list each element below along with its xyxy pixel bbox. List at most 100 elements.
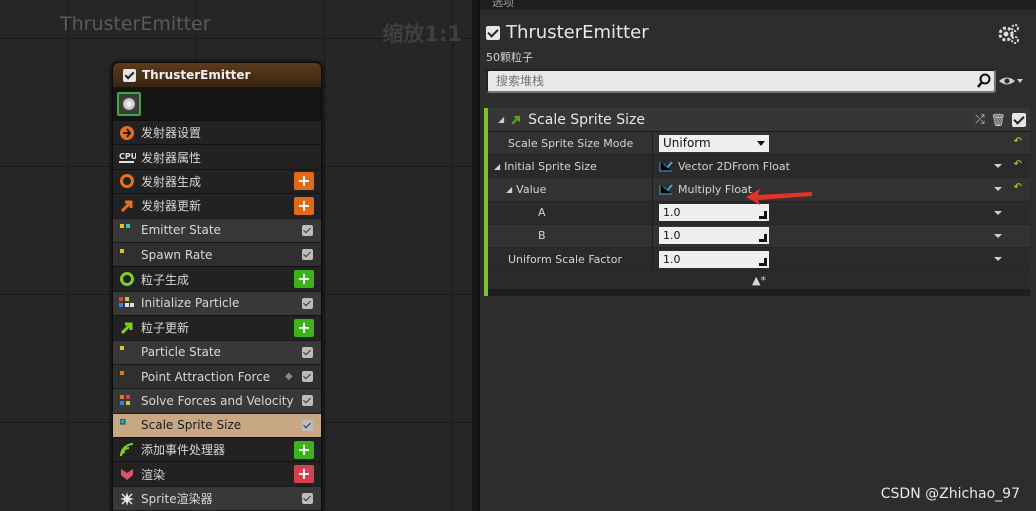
drag-handle-icon[interactable] xyxy=(759,257,767,266)
module-enable-checkbox[interactable] xyxy=(302,419,313,431)
module-title: Scale Sprite Size xyxy=(528,111,645,128)
cube-icon: ◆ xyxy=(285,370,293,382)
module-enable-checkbox[interactable] xyxy=(302,493,313,505)
node-row-point-attraction-force[interactable]: Point Attraction Force ◆ xyxy=(113,363,321,389)
node-row-label: Scale Sprite Size xyxy=(141,418,242,433)
reset-to-default-icon[interactable]: ↶ xyxy=(1014,159,1022,170)
dynamic-input-curve-icon xyxy=(659,184,673,195)
node-row-sprite-renderer[interactable]: Sprite渲染器 xyxy=(113,485,321,511)
emitter-node[interactable]: ThrusterEmitter 发射器设置 CPU 发射器属性 发射器生成 + … xyxy=(112,62,322,511)
search-icon[interactable] xyxy=(976,73,992,89)
node-row-solve-forces[interactable]: Solve Forces and Velocity xyxy=(113,388,321,413)
module-enable-checkbox[interactable] xyxy=(302,249,313,261)
trash-icon[interactable]: 🗑 xyxy=(991,113,1006,127)
drag-handle-icon[interactable] xyxy=(759,211,767,220)
options-dropdown-arrow-icon[interactable] xyxy=(994,187,1002,195)
options-dropdown-arrow-icon[interactable] xyxy=(994,256,1002,265)
add-module-button[interactable]: + xyxy=(294,270,314,289)
node-row-spawn-rate[interactable]: Spawn Rate xyxy=(113,241,321,267)
cpu-icon: CPU xyxy=(113,150,141,164)
node-row-label: Sprite渲染器 xyxy=(141,492,213,507)
property-row-b: B 1.0 xyxy=(488,224,1030,248)
number-value: 1.0 xyxy=(663,206,681,220)
node-thumbnail-row xyxy=(113,87,321,120)
property-value-cell[interactable]: Multiply Float xyxy=(652,178,1030,201)
module-enable-checkbox[interactable] xyxy=(302,224,313,236)
node-row-initialize-particle[interactable]: Initialize Particle xyxy=(113,290,321,316)
node-row-emitter-update[interactable]: 发射器更新 + xyxy=(113,193,321,218)
node-row-emitter-spawn[interactable]: 发射器生成 + xyxy=(113,168,321,194)
dynamic-input-label: Vector 2DFrom Float xyxy=(678,159,790,173)
emitter-thumbnail[interactable] xyxy=(117,91,141,116)
module-dots-icon xyxy=(113,297,141,309)
property-value-cell: 1.0 xyxy=(652,201,1030,224)
property-name: Scale Sprite Size Mode xyxy=(508,136,634,150)
add-module-button[interactable]: + xyxy=(294,465,314,484)
node-row-scale-sprite-size[interactable]: Scale Sprite Size xyxy=(113,412,321,438)
settings-gear-icon[interactable] xyxy=(996,22,1019,44)
dynamic-input-label: Multiply Float xyxy=(678,182,753,196)
add-module-button[interactable]: + xyxy=(294,172,314,191)
property-value-cell: 1.0 xyxy=(652,247,1030,271)
graph-canvas[interactable]: ThrusterEmitter 缩放1:1 ThrusterEmitter 发射… xyxy=(0,0,472,511)
mode-dropdown[interactable]: Uniform xyxy=(659,134,769,152)
property-value-cell[interactable]: Vector 2DFrom Float xyxy=(652,155,1030,178)
advanced-toggle[interactable]: ▲* xyxy=(488,271,1030,290)
module-enable-checkbox[interactable] xyxy=(302,395,313,407)
node-row-render[interactable]: 渲染 + xyxy=(113,461,321,486)
spawn-ring-icon xyxy=(113,271,141,287)
node-row-particle-spawn[interactable]: 粒子生成 + xyxy=(113,266,321,291)
node-row-label: 粒子生成 xyxy=(141,272,190,287)
expand-triangle-icon[interactable]: ◢ xyxy=(506,185,512,194)
options-dropdown-arrow-icon[interactable] xyxy=(994,164,1002,172)
drag-handle-icon[interactable] xyxy=(759,234,767,243)
node-row-label: 添加事件处理器 xyxy=(141,443,226,458)
node-row-add-event-handler[interactable]: 添加事件处理器 + xyxy=(113,437,321,462)
module-dot-icon xyxy=(113,370,141,383)
visibility-eye-icon[interactable] xyxy=(998,74,1024,88)
options-dropdown-arrow-icon[interactable] xyxy=(994,210,1002,219)
node-row-emitter-state[interactable]: Emitter State xyxy=(113,217,321,242)
node-row-label: Particle State xyxy=(141,345,221,360)
module-enable-checkbox[interactable] xyxy=(302,371,313,383)
emitter-enable-checkbox[interactable] xyxy=(486,25,500,40)
module-dot-icon xyxy=(113,419,141,431)
selection-panel: 选项 ThrusterEmitter 50颗粒子 ◢ Scale Sprite … xyxy=(478,0,1036,511)
spawn-ring-icon xyxy=(113,173,141,189)
number-input[interactable]: 1.0 xyxy=(659,227,769,245)
number-input[interactable]: 1.0 xyxy=(659,250,769,268)
options-dropdown-arrow-icon[interactable] xyxy=(994,233,1002,242)
node-header[interactable]: ThrusterEmitter xyxy=(113,63,321,87)
node-row-emitter-properties[interactable]: CPU 发射器属性 xyxy=(113,144,321,169)
add-module-button[interactable]: + xyxy=(294,196,314,215)
module-enable-checkbox[interactable] xyxy=(302,297,313,309)
panel-title: ThrusterEmitter xyxy=(506,22,649,43)
node-row-label: Emitter State xyxy=(141,223,221,238)
property-name: Value xyxy=(516,182,547,196)
property-name: A xyxy=(538,206,546,220)
add-module-button[interactable]: + xyxy=(294,440,314,459)
module-header[interactable]: ◢ Scale Sprite Size ⤮ 🗑 xyxy=(488,108,1030,132)
node-title: ThrusterEmitter xyxy=(142,68,251,82)
panel-header: ThrusterEmitter 50颗粒子 xyxy=(480,10,1036,100)
property-name-cell: ◢ Initial Sprite Size xyxy=(488,160,652,173)
node-row-label: 粒子更新 xyxy=(141,321,190,336)
shuffle-icon[interactable]: ⤮ xyxy=(975,112,985,127)
reset-to-default-icon[interactable]: ↶ xyxy=(1014,182,1022,193)
reset-to-default-icon[interactable]: ↶ xyxy=(1014,136,1022,147)
panel-tab[interactable]: 选项 xyxy=(480,0,1036,10)
node-enable-checkbox[interactable] xyxy=(123,68,136,82)
expand-triangle-icon[interactable]: ◢ xyxy=(494,162,500,171)
module-enable-checkbox[interactable] xyxy=(302,346,313,358)
collapse-triangle-icon[interactable]: ◢ xyxy=(498,115,504,124)
node-row-particle-update[interactable]: 粒子更新 + xyxy=(113,315,321,340)
app-root: ThrusterEmitter 缩放1:1 ThrusterEmitter 发射… xyxy=(0,0,1036,511)
event-signal-icon xyxy=(113,442,141,458)
module-toolbar: ⤮ 🗑 xyxy=(975,112,1030,127)
update-arrow-icon xyxy=(113,198,141,214)
search-stack-input[interactable] xyxy=(486,69,996,93)
node-row-particle-state[interactable]: Particle State xyxy=(113,339,321,364)
module-enable-checkbox[interactable] xyxy=(1012,112,1026,127)
add-module-button[interactable]: + xyxy=(294,318,314,337)
node-row-emitter-settings[interactable]: 发射器设置 xyxy=(113,120,321,145)
